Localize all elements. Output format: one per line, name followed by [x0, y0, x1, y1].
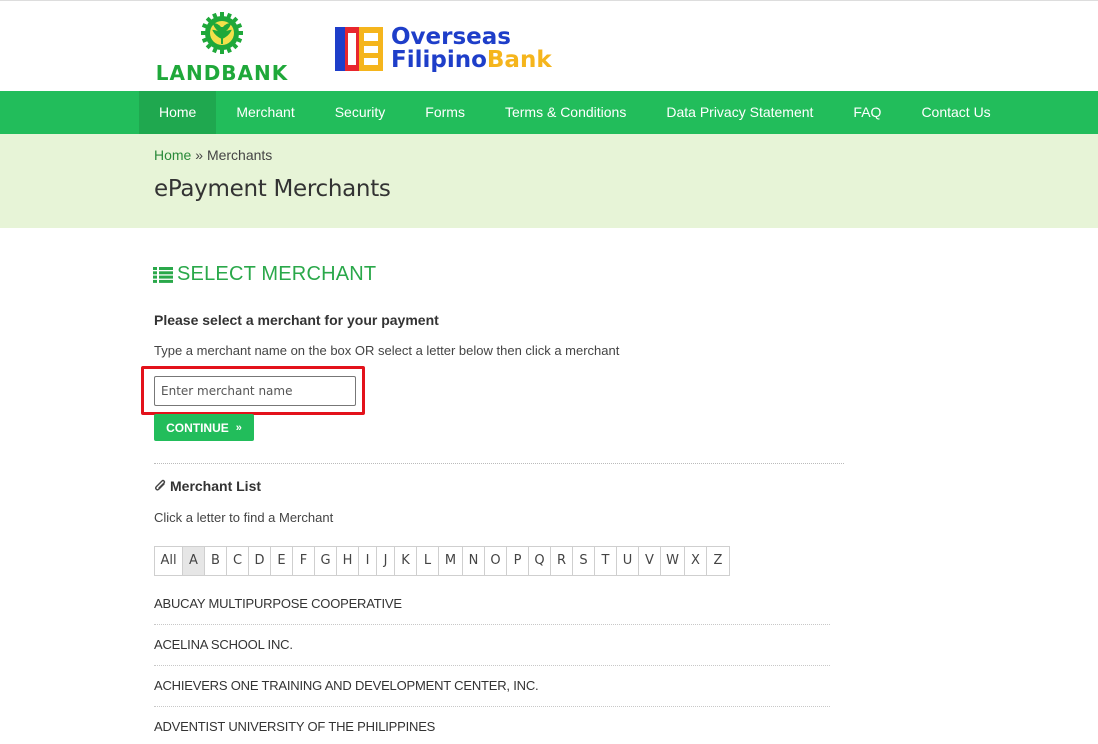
letter-filter-g[interactable]: G	[315, 547, 337, 575]
letter-filter-m[interactable]: M	[439, 547, 463, 575]
nav-items: Home Merchant Security Forms Terms & Conditi…	[139, 91, 1011, 134]
letter-filter-l[interactable]: L	[417, 547, 439, 575]
ofb-logo-bank: Bank	[486, 47, 552, 73]
nav-item-data-privacy-statement[interactable]: Data Privacy Statement	[646, 91, 833, 134]
page-header-band: Home » Merchants ePayment Merchants	[0, 134, 1098, 228]
letter-filter-j[interactable]: J	[377, 547, 395, 575]
letter-filter-all[interactable]: All	[155, 547, 183, 575]
letter-filter-b[interactable]: B	[205, 547, 227, 575]
overseas-filipino-bank-logo[interactable]: Overseas FilipinoBank	[335, 25, 555, 75]
landbank-logo[interactable]: LANDBANK	[148, 11, 296, 85]
section-title: SELECT MERCHANT	[153, 263, 376, 286]
continue-button[interactable]: CONTINUE »	[154, 414, 254, 441]
nav-item-security[interactable]: Security	[315, 91, 406, 134]
letter-filter-f[interactable]: F	[293, 547, 315, 575]
merchant-search-input[interactable]	[154, 376, 356, 406]
merchant-list-hint: Click a letter to find a Merchant	[154, 510, 334, 525]
merchant-list-item[interactable]: ADVENTIST UNIVERSITY OF THE PHILIPPINES	[154, 707, 830, 744]
site-header: LANDBANK Overseas FilipinoBank	[0, 0, 1098, 91]
letter-filter-a[interactable]: A	[183, 547, 205, 575]
merchant-list-item[interactable]: ACHIEVERS ONE TRAINING AND DEVELOPMENT C…	[154, 666, 830, 707]
select-merchant-subtitle: Please select a merchant for your paymen…	[154, 312, 439, 328]
nav-item-faq[interactable]: FAQ	[833, 91, 901, 134]
list-icon	[153, 266, 173, 283]
letter-filter-i[interactable]: I	[359, 547, 377, 575]
letter-filter-v[interactable]: V	[639, 547, 661, 575]
letter-filter-z[interactable]: Z	[707, 547, 729, 575]
merchant-list: ABUCAY MULTIPURPOSE COOPERATIVE ACELINA S…	[154, 584, 830, 744]
select-merchant-instruction: Type a merchant name on the box OR selec…	[154, 343, 620, 358]
letter-filter-c[interactable]: C	[227, 547, 249, 575]
ofb-mark-icon	[335, 27, 383, 71]
letter-filter-t[interactable]: T	[595, 547, 617, 575]
letter-filter-o[interactable]: O	[485, 547, 507, 575]
landbank-seal-icon	[201, 12, 243, 54]
letter-filter-n[interactable]: N	[463, 547, 485, 575]
nav-item-merchant[interactable]: Merchant	[216, 91, 314, 134]
letter-filter-u[interactable]: U	[617, 547, 639, 575]
letter-filter-d[interactable]: D	[249, 547, 271, 575]
ofb-logo-line1: Overseas	[391, 24, 511, 50]
landbank-logo-text: LANDBANK	[155, 61, 289, 85]
nav-item-contact-us[interactable]: Contact Us	[901, 91, 1010, 134]
breadcrumb-current: Merchants	[206, 147, 273, 163]
letter-filter-p[interactable]: P	[507, 547, 529, 575]
letter-filter-k[interactable]: K	[395, 547, 417, 575]
ofb-logo-line2: FilipinoBank	[391, 48, 552, 72]
ofb-logo-filipino: Filipino	[391, 47, 487, 73]
merchant-list-title-text: Merchant List	[170, 478, 262, 494]
letter-filter-w[interactable]: W	[661, 547, 685, 575]
page-title: ePayment Merchants	[154, 176, 391, 202]
nav-item-forms[interactable]: Forms	[405, 91, 485, 134]
continue-button-label: CONTINUE	[166, 420, 229, 435]
section-divider	[154, 463, 844, 464]
merchant-list-item[interactable]: ACELINA SCHOOL INC.	[154, 625, 830, 666]
merchant-list-title: Merchant List	[154, 478, 261, 494]
main-nav: Home Merchant Security Forms Terms & Conditi…	[0, 91, 1098, 134]
paperclip-icon	[155, 479, 166, 491]
letter-filter-r[interactable]: R	[551, 547, 573, 575]
letter-filter-bar: All A B C D E F G H I J K L M N O P Q R S T U V W X Z	[154, 546, 730, 576]
letter-filter-e[interactable]: E	[271, 547, 293, 575]
merchant-list-item[interactable]: ABUCAY MULTIPURPOSE COOPERATIVE	[154, 584, 830, 625]
breadcrumb: Home » Merchants	[154, 147, 272, 163]
nav-item-terms-conditions[interactable]: Terms & Conditions	[485, 91, 646, 134]
letter-filter-x[interactable]: X	[685, 547, 707, 575]
breadcrumb-separator: »	[191, 147, 207, 163]
nav-item-home[interactable]: Home	[139, 91, 217, 134]
letter-filter-h[interactable]: H	[337, 547, 359, 575]
section-title-text: SELECT MERCHANT	[177, 263, 377, 285]
breadcrumb-home-link[interactable]: Home	[154, 147, 191, 163]
letter-filter-s[interactable]: S	[573, 547, 595, 575]
double-chevron-right-icon: »	[235, 421, 242, 434]
letter-filter-q[interactable]: Q	[529, 547, 551, 575]
